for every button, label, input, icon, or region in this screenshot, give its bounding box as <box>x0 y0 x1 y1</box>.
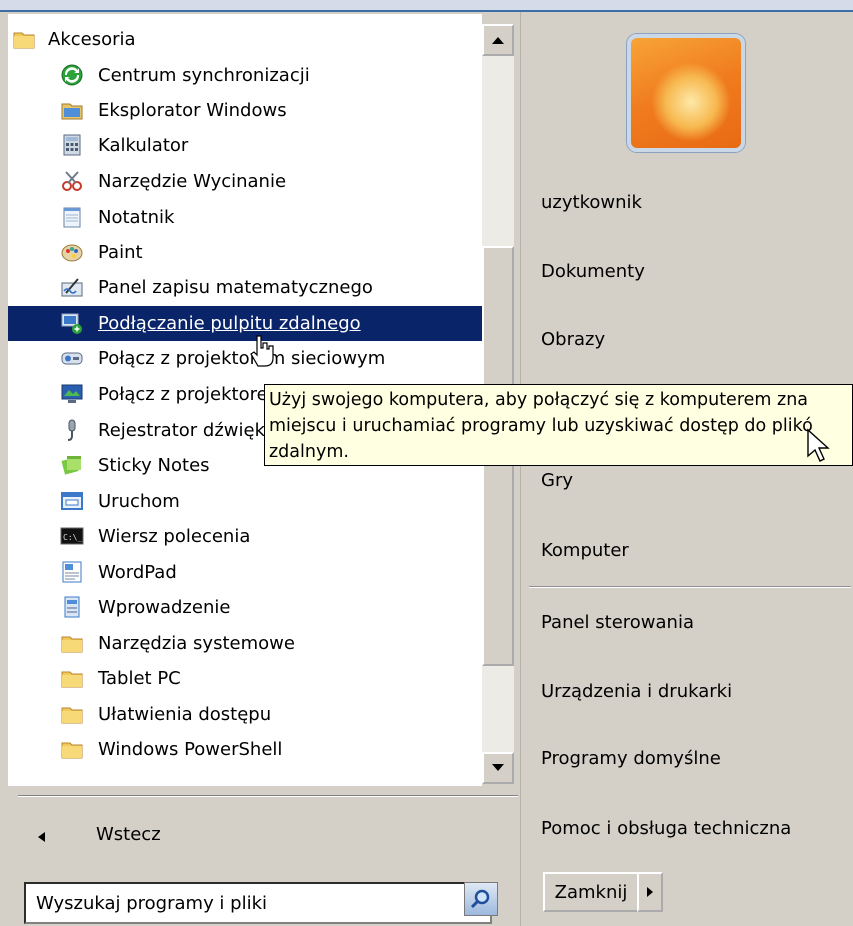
search-placeholder: Wyszukaj programy i pliki <box>36 892 268 914</box>
shutdown-button[interactable]: Zamknij <box>543 872 639 912</box>
list-item-paint[interactable]: Paint <box>8 235 482 270</box>
sticky-notes-icon <box>61 456 81 475</box>
back-button[interactable]: Wstecz <box>8 807 518 867</box>
list-item-label: Połącz z projektorem <box>98 384 286 405</box>
getting-started-icon <box>64 596 80 618</box>
list-item-label: Tablet PC <box>98 668 181 689</box>
list-item-wordpad[interactable]: WordPad <box>8 555 482 590</box>
run-icon <box>61 492 83 510</box>
scroll-down-button[interactable] <box>482 752 514 784</box>
list-item-centrum-synchronizacji[interactable]: Centrum synchronizacji <box>8 58 482 93</box>
paint-palette-icon <box>61 244 83 262</box>
link-computer[interactable]: Komputer <box>541 540 629 561</box>
list-item-label: Kalkulator <box>98 135 189 156</box>
wordpad-icon <box>62 561 82 583</box>
user-avatar[interactable] <box>627 34 745 152</box>
list-item-label: Paint <box>98 242 143 263</box>
list-item-label: Narzędzie Wycinanie <box>98 171 287 192</box>
folder-icon <box>61 707 83 724</box>
list-item-narzedzia-systemowe[interactable]: Narzędzia systemowe <box>8 626 482 661</box>
list-item-eksplorator-windows[interactable]: Eksplorator Windows <box>8 93 482 128</box>
list-item-panel-zapisu[interactable]: Panel zapisu matematycznego <box>8 270 482 305</box>
list-item-label: Sticky Notes <box>98 455 210 476</box>
list-item-akcesoria[interactable]: Akcesoria <box>8 22 482 57</box>
calculator-icon <box>63 134 81 156</box>
places-panel: uzytkownik Dokumenty Obrazy Gry Komputer… <box>520 12 853 926</box>
link-games[interactable]: Gry <box>541 470 573 491</box>
programs-panel: Akcesoria Centrum synchronizacji Eksplor… <box>0 12 520 926</box>
arrow-right-icon <box>647 887 653 897</box>
command-prompt-icon: C:\_ <box>60 527 84 545</box>
shutdown-options-button[interactable] <box>637 872 663 912</box>
shutdown-label: Zamknij <box>554 881 628 903</box>
title-strip <box>0 0 853 12</box>
notepad-icon <box>63 207 81 228</box>
list-item-wprowadzenie[interactable]: Wprowadzenie <box>8 590 482 625</box>
link-devices-printers[interactable]: Urządzenia i drukarki <box>541 681 732 702</box>
avatar-flower <box>651 62 731 142</box>
network-projector-icon <box>61 352 83 365</box>
list-item-label: Eksplorator Windows <box>98 100 287 121</box>
arrow-up-icon <box>492 37 504 44</box>
remote-desktop-icon <box>61 313 82 334</box>
scroll-up-button[interactable] <box>482 24 514 56</box>
tooltip-line: zdalnym. <box>269 442 349 462</box>
list-item-narzedzie-wycinanie[interactable]: Narzędzie Wycinanie <box>8 164 482 199</box>
sync-center-icon <box>61 64 83 86</box>
list-item-label: Windows PowerShell <box>98 739 283 760</box>
math-input-icon <box>61 278 83 297</box>
pointer-cursor-icon <box>807 428 830 462</box>
arrow-left-icon <box>38 832 45 842</box>
list-item-tablet-pc[interactable]: Tablet PC <box>8 661 482 696</box>
list-item-label: Centrum synchronizacji <box>98 65 310 86</box>
list-item-notatnik[interactable]: Notatnik <box>8 200 482 235</box>
list-item-ulatwienia-dostepu[interactable]: Ułatwienia dostępu <box>8 697 482 732</box>
list-item-label: Ułatwienia dostępu <box>98 704 272 725</box>
search-button[interactable] <box>464 882 498 916</box>
projector-icon <box>61 384 83 403</box>
tooltip-line: Użyj swojego komputera, aby połączyć się… <box>269 390 809 410</box>
list-item-polacz-projektor-sieciowy[interactable]: Połącz z projektorem sieciowym <box>8 341 482 376</box>
list-item-uruchom[interactable]: Uruchom <box>8 484 482 519</box>
link-documents[interactable]: Dokumenty <box>541 261 645 282</box>
list-item-label: Notatnik <box>98 207 175 228</box>
svg-text:C:\_: C:\_ <box>63 533 82 542</box>
list-item-label: Wiersz polecenia <box>98 526 251 547</box>
link-pictures[interactable]: Obrazy <box>541 329 605 350</box>
list-item-label: Uruchom <box>98 491 180 512</box>
tooltip-line: miejscu i uruchamiać programy lub uzyski… <box>269 416 813 436</box>
link-help-support[interactable]: Pomoc i obsługa techniczna <box>541 818 791 839</box>
list-item-label: Wprowadzenie <box>98 597 231 618</box>
hand-cursor-icon <box>250 335 274 367</box>
back-label: Wstecz <box>96 824 161 845</box>
link-control-panel[interactable]: Panel sterowania <box>541 612 694 633</box>
list-item-kalkulator[interactable]: Kalkulator <box>8 128 482 163</box>
folder-icon <box>13 32 35 49</box>
list-item-label: Połącz z projektorem sieciowym <box>98 348 386 369</box>
list-item-label: Akcesoria <box>48 29 136 50</box>
link-default-programs[interactable]: Programy domyślne <box>541 748 721 769</box>
microphone-icon <box>67 419 76 441</box>
tooltip: Użyj swojego komputera, aby połączyć się… <box>264 384 853 466</box>
list-item-wiersz-polecenia[interactable]: C:\_ Wiersz polecenia <box>8 519 482 554</box>
arrow-down-icon <box>492 764 504 771</box>
explorer-icon <box>61 103 83 120</box>
search-icon <box>470 889 490 909</box>
link-user[interactable]: uzytkownik <box>541 192 642 213</box>
list-item-label: Narzędzia systemowe <box>98 633 295 654</box>
folder-icon <box>61 671 83 688</box>
folder-icon <box>61 742 83 759</box>
list-item-label: Podłączanie pulpitu zdalnego <box>98 313 361 334</box>
divider <box>18 795 518 797</box>
scissors-icon <box>62 171 82 191</box>
search-input[interactable]: Wyszukaj programy i pliki <box>24 882 492 924</box>
list-item-label: Rejestrator dźwięku <box>98 420 276 441</box>
list-item-label: WordPad <box>98 562 177 583</box>
list-item-windows-powershell[interactable]: Windows PowerShell <box>8 732 482 767</box>
folder-icon <box>61 636 83 653</box>
list-item-label: Panel zapisu matematycznego <box>98 277 373 298</box>
divider <box>529 586 851 588</box>
list-item-podlaczanie-pulpitu[interactable]: Podłączanie pulpitu zdalnego <box>8 306 482 341</box>
